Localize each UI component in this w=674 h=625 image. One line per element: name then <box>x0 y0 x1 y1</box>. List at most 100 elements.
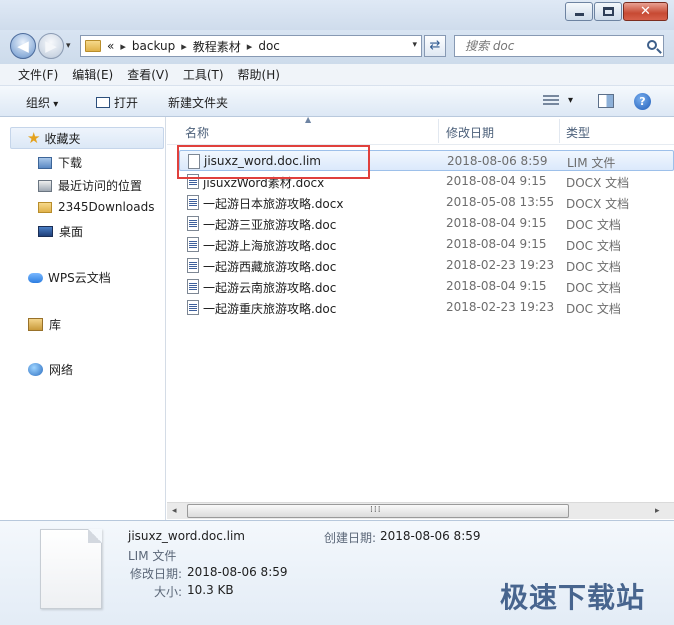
sidebar-item-label: 库 <box>49 318 62 332</box>
word-doc-icon <box>187 237 199 252</box>
file-date: 2018-08-06 8:59 <box>447 154 548 168</box>
detail-modified-value: 2018-08-06 8:59 <box>187 565 288 579</box>
site-watermark: 极速下载站 <box>500 581 646 614</box>
breadcrumb-materials[interactable]: 教程素材 <box>193 38 241 55</box>
detail-size-label: 大小: <box>154 585 183 599</box>
word-doc-icon <box>187 300 199 315</box>
file-type: DOC 文档 <box>566 281 621 295</box>
refresh-button[interactable]: ⇄ <box>424 35 446 57</box>
downloads-folder-icon <box>38 156 52 169</box>
window-icon <box>96 97 110 108</box>
file-row[interactable]: 一起游重庆旅游攻略.doc 2018-02-23 19:23 DOC 文档 <box>179 297 674 318</box>
menu-edit[interactable]: 编辑(E) <box>72 66 113 83</box>
search-box[interactable] <box>454 35 664 57</box>
sidebar-item-label: 2345Downloads <box>58 200 155 214</box>
detail-filename: jisuxz_word.doc.lim <box>128 529 245 543</box>
search-input[interactable] <box>455 36 635 56</box>
file-date: 2018-08-04 9:15 <box>446 216 547 230</box>
sidebar-item-label: 桌面 <box>59 225 84 239</box>
close-button[interactable]: ✕ <box>623 2 668 21</box>
chevron-right-icon[interactable]: ▸ <box>247 40 253 53</box>
column-name[interactable]: 名称 <box>185 124 209 141</box>
menu-tools[interactable]: 工具(T) <box>183 66 224 83</box>
sidebar-item-wps-cloud[interactable]: WPS云文档 <box>28 269 111 286</box>
file-date: 2018-08-04 9:15 <box>446 279 547 293</box>
title-bar: ✕ <box>0 0 674 30</box>
sidebar-item-2345downloads[interactable]: 2345Downloads <box>38 200 154 214</box>
file-row[interactable]: 一起游三亚旅游攻略.doc 2018-08-04 9:15 DOC 文档 <box>179 213 674 234</box>
cloud-icon <box>28 272 43 283</box>
file-date: 2018-02-23 19:23 <box>446 300 555 314</box>
column-date[interactable]: 修改日期 <box>446 124 494 141</box>
star-icon: ★ <box>27 129 41 147</box>
scrollbar-thumb[interactable]: ⁞⁞⁞ <box>187 504 569 518</box>
help-icon[interactable]: ? <box>634 93 651 110</box>
chevron-right-icon[interactable]: ▸ <box>181 40 187 53</box>
close-icon: ✕ <box>640 4 651 19</box>
network-icon <box>28 363 43 376</box>
sidebar-item-library[interactable]: 库 <box>28 316 61 333</box>
column-type[interactable]: 类型 <box>566 124 590 141</box>
column-divider[interactable] <box>438 119 439 143</box>
forward-arrow-icon: ▶ <box>45 37 57 55</box>
detail-size-value: 10.3 KB <box>187 583 234 597</box>
sort-ascending-icon: ▲ <box>305 115 312 124</box>
preview-pane-icon[interactable] <box>598 94 614 108</box>
forward-button[interactable]: ▶ <box>38 33 64 59</box>
organize-button[interactable]: 组织 <box>26 94 58 111</box>
sidebar-item-recent-places[interactable]: 最近访问的位置 <box>38 177 142 194</box>
sidebar-item-favorites[interactable]: ★ 收藏夹 <box>10 127 164 149</box>
address-bar[interactable]: « ▸ backup ▸ 教程素材 ▸ doc ▾ <box>80 35 422 57</box>
scroll-left-icon[interactable]: ◂ <box>172 506 177 516</box>
sidebar-item-desktop[interactable]: 桌面 <box>38 223 83 240</box>
breadcrumb-overflow[interactable]: « <box>107 39 114 53</box>
view-options-dropdown[interactable]: ▾ <box>568 95 573 106</box>
file-row[interactable]: 一起游云南旅游攻略.doc 2018-08-04 9:15 DOC 文档 <box>179 276 674 297</box>
word-doc-icon <box>187 258 199 273</box>
file-name: 一起游西藏旅游攻略.doc <box>203 260 337 274</box>
file-type: LIM 文件 <box>567 156 616 170</box>
word-doc-icon <box>187 195 199 210</box>
file-date: 2018-08-04 9:15 <box>446 174 547 188</box>
file-name: 一起游云南旅游攻略.doc <box>203 281 337 295</box>
maximize-button[interactable] <box>594 2 622 21</box>
view-options-icon[interactable] <box>543 95 559 107</box>
file-date: 2018-02-23 19:23 <box>446 258 555 272</box>
address-row: ◀ ▶ ▾ « ▸ backup ▸ 教程素材 ▸ doc ▾ ⇄ <box>0 30 674 64</box>
address-history-dropdown[interactable]: ▾ <box>412 40 417 50</box>
sidebar-item-label: 最近访问的位置 <box>58 179 143 193</box>
file-row[interactable]: 一起游日本旅游攻略.docx 2018-05-08 13:55 DOCX 文档 <box>179 192 674 213</box>
menu-help[interactable]: 帮助(H) <box>238 66 280 83</box>
menu-view[interactable]: 查看(V) <box>127 66 169 83</box>
breadcrumb-doc[interactable]: doc <box>258 39 280 53</box>
detail-modified-label: 修改日期: <box>130 567 183 581</box>
file-row[interactable]: 一起游西藏旅游攻略.doc 2018-02-23 19:23 DOC 文档 <box>179 255 674 276</box>
chevron-right-icon[interactable]: ▸ <box>120 40 126 53</box>
file-row[interactable]: 一起游上海旅游攻略.doc 2018-08-04 9:15 DOC 文档 <box>179 234 674 255</box>
new-folder-button[interactable]: 新建文件夹 <box>168 94 228 111</box>
file-date: 2018-08-04 9:15 <box>446 237 547 251</box>
recent-pages-dropdown[interactable]: ▾ <box>66 41 71 51</box>
open-button[interactable]: 打开 <box>96 94 138 111</box>
breadcrumb-backup[interactable]: backup <box>132 39 175 53</box>
file-name: 一起游重庆旅游攻略.doc <box>203 302 337 316</box>
word-doc-icon <box>187 279 199 294</box>
command-bar: 组织 打开 新建文件夹 ▾ ? <box>0 86 674 117</box>
menu-file[interactable]: 文件(F) <box>18 66 58 83</box>
minimize-button[interactable] <box>565 2 593 21</box>
sidebar-item-network[interactable]: 网络 <box>28 361 73 378</box>
menu-bar: 文件(F) 编辑(E) 查看(V) 工具(T) 帮助(H) <box>0 64 674 86</box>
sidebar-item-label: 下载 <box>58 156 83 170</box>
scroll-right-icon[interactable]: ▸ <box>655 506 660 516</box>
sidebar-item-downloads[interactable]: 下载 <box>38 154 82 171</box>
file-type: DOC 文档 <box>566 239 621 253</box>
back-button[interactable]: ◀ <box>10 33 36 59</box>
search-icon[interactable] <box>647 40 657 50</box>
file-name: 一起游上海旅游攻略.doc <box>203 239 337 253</box>
details-pane: jisuxz_word.doc.lim LIM 文件 修改日期: 2018-08… <box>0 520 674 625</box>
sidebar-item-label: WPS云文档 <box>48 271 111 285</box>
file-type: DOC 文档 <box>566 302 621 316</box>
file-thumbnail-icon <box>40 529 102 609</box>
column-divider[interactable] <box>559 119 560 143</box>
horizontal-scrollbar[interactable]: ◂ ⁞⁞⁞ ▸ <box>167 502 674 519</box>
